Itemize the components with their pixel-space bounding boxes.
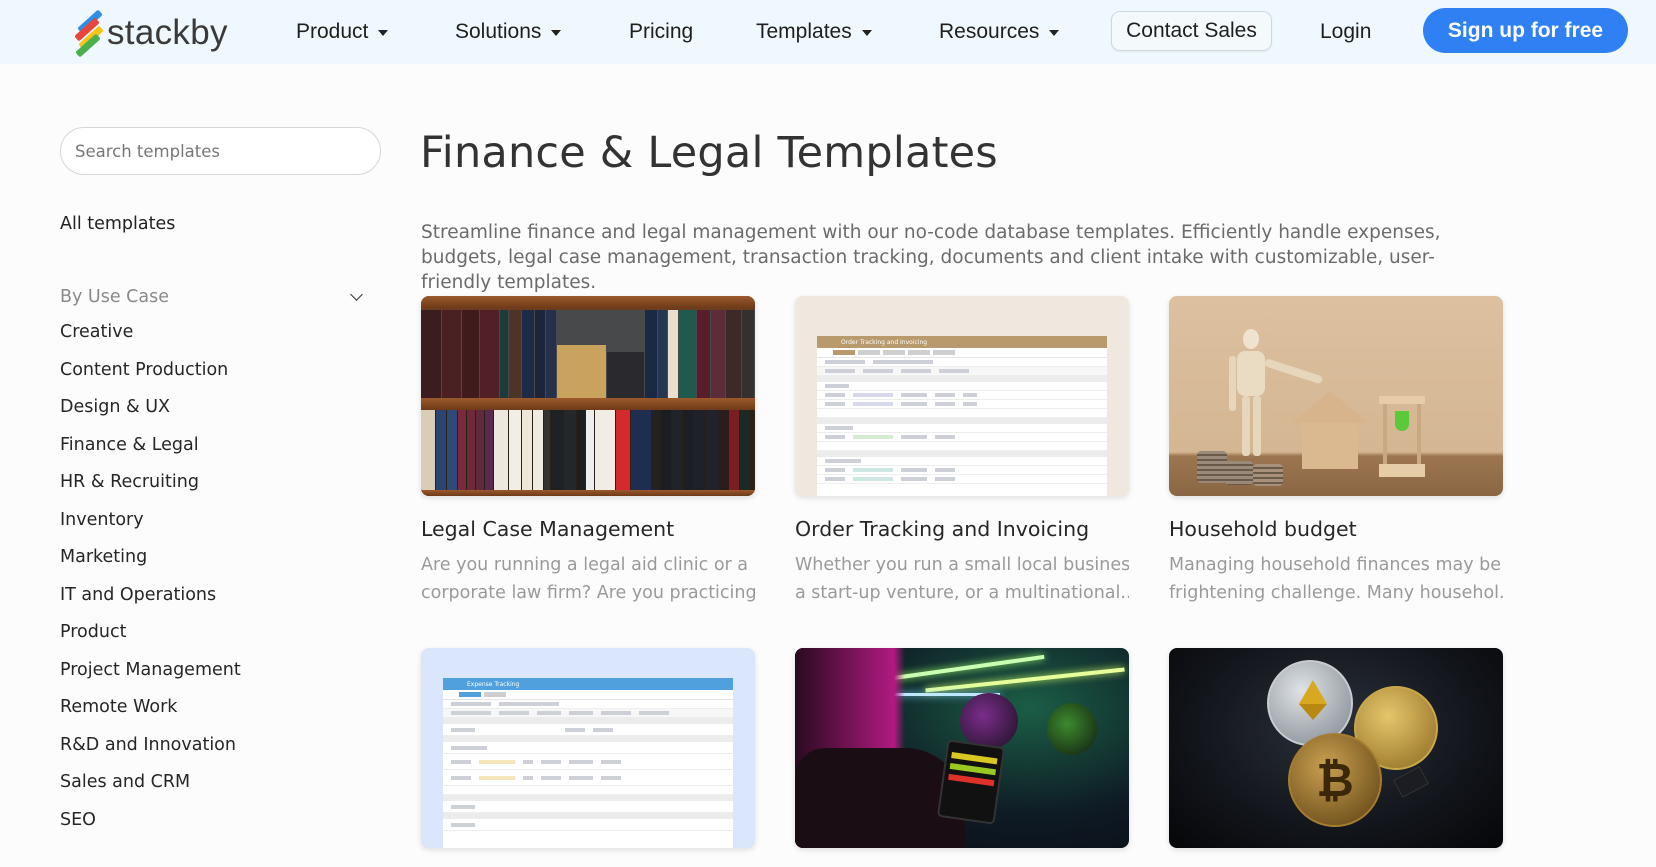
card-description-line1: Are you running a legal aid clinic or a bbox=[421, 555, 749, 575]
gym-tablet-thumbnail bbox=[795, 648, 1129, 848]
sidebar-item-hr-recruiting[interactable]: HR & Recruiting bbox=[60, 470, 241, 508]
nav-templates-label: Templates bbox=[756, 20, 852, 43]
chevron-down-icon bbox=[350, 287, 363, 301]
logo-text: stackby bbox=[107, 12, 228, 52]
app-title: Order Tracking and Invoicing bbox=[841, 338, 928, 346]
caret-down-icon bbox=[1049, 30, 1060, 36]
card-title: Household budget bbox=[1169, 517, 1357, 541]
expense-tracking-thumbnail: Expense Tracking bbox=[421, 648, 755, 848]
nav-product[interactable]: Product bbox=[296, 0, 389, 64]
sidebar-item-seo[interactable]: SEO bbox=[60, 808, 241, 846]
sidebar-item-product[interactable]: Product bbox=[60, 620, 241, 658]
card-description-line1: Whether you run a small local business, bbox=[795, 555, 1129, 575]
household-budget-thumbnail bbox=[1169, 296, 1503, 496]
caret-down-icon bbox=[861, 30, 872, 36]
sidebar-item-inventory[interactable]: Inventory bbox=[60, 508, 241, 546]
page-description: Streamline finance and legal management … bbox=[421, 222, 1441, 293]
caret-down-icon bbox=[378, 30, 389, 36]
by-use-case-toggle[interactable]: By Use Case bbox=[60, 287, 365, 307]
stackby-logo[interactable]: stackby bbox=[73, 9, 228, 58]
order-tracking-thumbnail: Order Tracking and Invoicing bbox=[795, 296, 1129, 496]
contact-sales-button[interactable]: Contact Sales bbox=[1111, 11, 1272, 51]
search-templates-input[interactable] bbox=[60, 127, 381, 175]
card-title: Legal Case Management bbox=[421, 517, 675, 541]
sidebar-item-remote-work[interactable]: Remote Work bbox=[60, 695, 241, 733]
app-screenshot: Order Tracking and Invoicing bbox=[817, 336, 1107, 496]
login-link[interactable]: Login bbox=[1320, 0, 1371, 64]
sidebar-item-marketing[interactable]: Marketing bbox=[60, 545, 241, 583]
template-card-expense-tracking[interactable]: Expense Tracking bbox=[421, 648, 755, 848]
crypto-coins-thumbnail: ₿ bbox=[1169, 648, 1503, 848]
card-description-line2: frightening challenge. Many househol... bbox=[1169, 583, 1503, 603]
sidebar-item-creative[interactable]: Creative bbox=[60, 320, 241, 358]
caret-down-icon bbox=[551, 30, 562, 36]
sidebar-item-design-ux[interactable]: Design & UX bbox=[60, 395, 241, 433]
sidebar-all-templates[interactable]: All templates bbox=[60, 214, 175, 234]
card-description-line2: a start-up venture, or a multinational..… bbox=[795, 583, 1129, 603]
sidebar-item-finance-legal[interactable]: Finance & Legal bbox=[60, 433, 241, 471]
app-screenshot: Expense Tracking bbox=[443, 678, 733, 848]
nav-solutions[interactable]: Solutions bbox=[455, 0, 562, 64]
nav-resources[interactable]: Resources bbox=[939, 0, 1060, 64]
card-title: Order Tracking and Invoicing bbox=[795, 517, 1090, 541]
sidebar-item-it-operations[interactable]: IT and Operations bbox=[60, 583, 241, 621]
top-navbar: stackby Product Solutions Pricing Templa… bbox=[0, 0, 1656, 64]
sidebar-item-project-management[interactable]: Project Management bbox=[60, 658, 241, 696]
nav-solutions-label: Solutions bbox=[455, 20, 542, 43]
nav-pricing-label: Pricing bbox=[629, 20, 694, 43]
card-description-line1: Managing household finances may be a bbox=[1169, 555, 1503, 575]
sidebar-item-content-production[interactable]: Content Production bbox=[60, 358, 241, 396]
by-use-case-label: By Use Case bbox=[60, 287, 170, 307]
nav-product-label: Product bbox=[296, 20, 369, 43]
bookshelf-thumbnail bbox=[421, 296, 755, 496]
card-description-line2: corporate law firm? Are you practicing..… bbox=[421, 583, 755, 603]
nav-pricing[interactable]: Pricing bbox=[629, 0, 693, 64]
use-case-list: Creative Content Production Design & UX … bbox=[60, 320, 241, 845]
signup-button[interactable]: Sign up for free bbox=[1423, 8, 1628, 53]
nav-templates[interactable]: Templates bbox=[756, 0, 872, 64]
template-card-order-tracking[interactable]: Order Tracking and Invoicing Order Track… bbox=[795, 296, 1129, 607]
template-card-gym[interactable] bbox=[795, 648, 1129, 848]
template-card-household-budget[interactable]: Household budget Managing household fina… bbox=[1169, 296, 1503, 607]
app-title: Expense Tracking bbox=[467, 680, 520, 688]
template-card-legal-case-management[interactable]: Legal Case Management Are you running a … bbox=[421, 296, 755, 607]
page-title: Finance & Legal Templates bbox=[420, 128, 998, 178]
template-card-crypto[interactable]: ₿ bbox=[1169, 648, 1503, 848]
sidebar-item-rd-innovation[interactable]: R&D and Innovation bbox=[60, 733, 241, 771]
sidebar-item-sales-crm[interactable]: Sales and CRM bbox=[60, 770, 241, 808]
stackby-logo-icon bbox=[73, 9, 104, 58]
nav-resources-label: Resources bbox=[939, 20, 1040, 43]
